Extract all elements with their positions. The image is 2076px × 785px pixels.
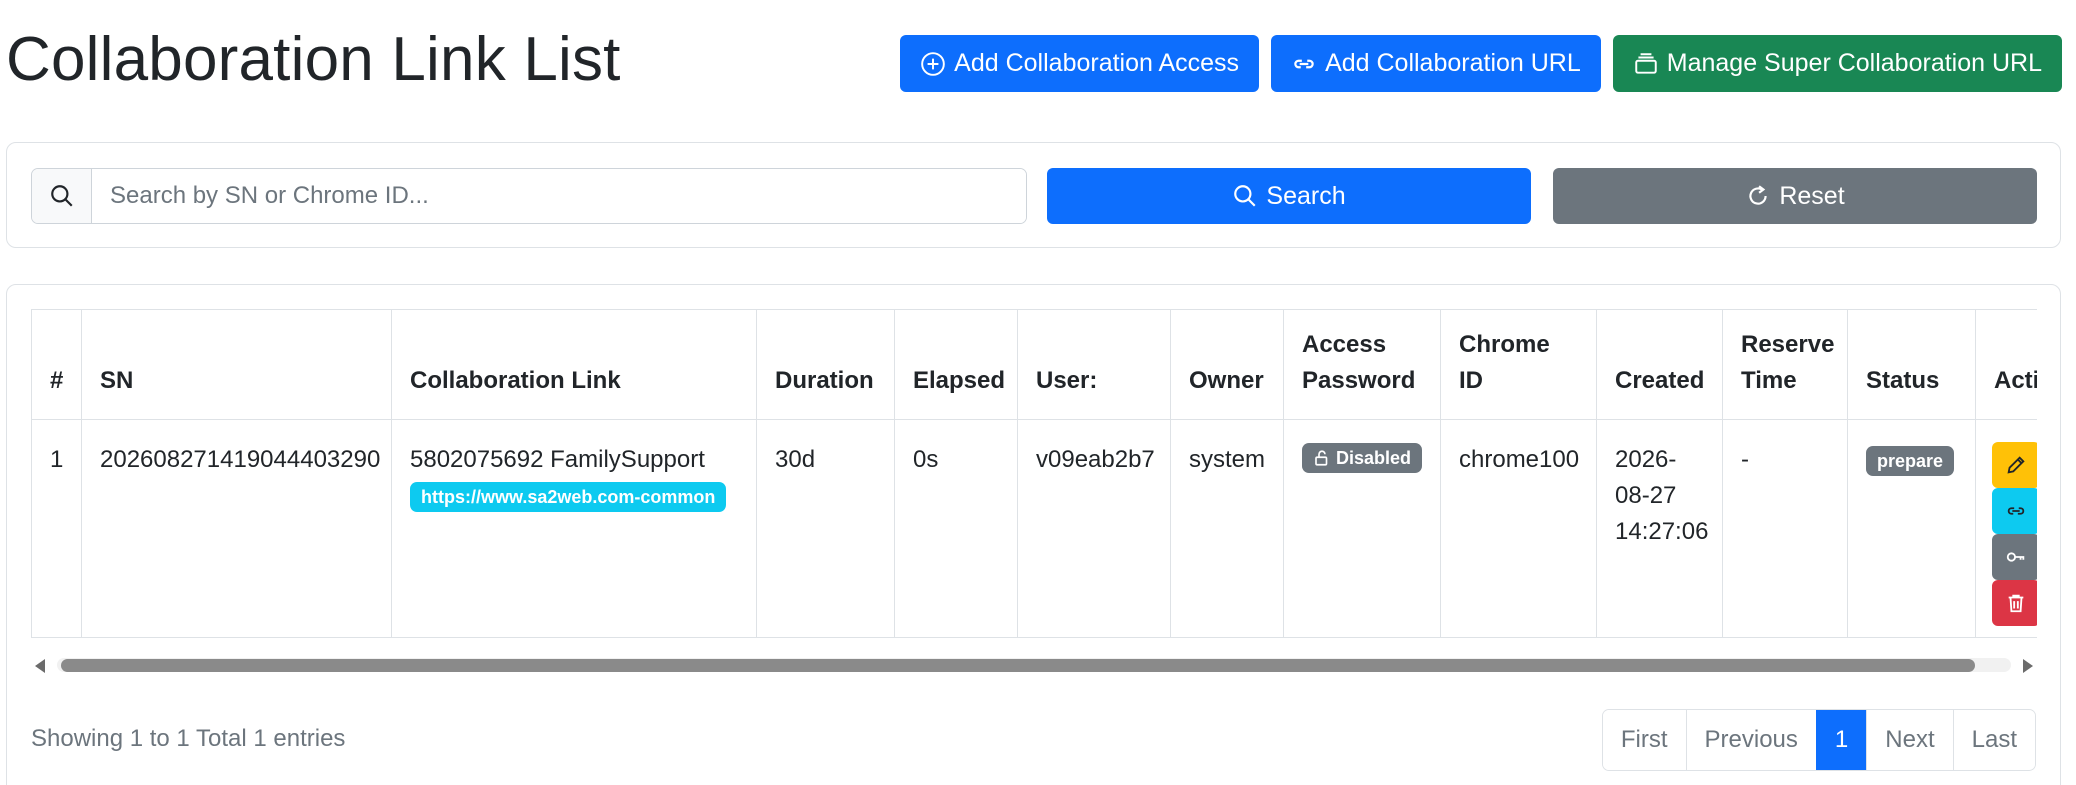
page-title: Collaboration Link List xyxy=(6,25,621,94)
search-addon xyxy=(32,169,92,223)
pencil-icon xyxy=(2007,456,2025,474)
pagination-next[interactable]: Next xyxy=(1866,710,1953,770)
column-header-duration: Duration xyxy=(756,309,895,420)
search-button[interactable]: Search xyxy=(1047,168,1531,224)
search-card: Search Reset xyxy=(6,142,2061,248)
column-header-collaboration-link: Collaboration Link xyxy=(391,309,757,420)
add-collaboration-access-label: Add Collaboration Access xyxy=(954,49,1240,77)
column-header-status: Status xyxy=(1847,309,1976,420)
key-icon xyxy=(2006,552,2025,562)
search-button-label: Search xyxy=(1266,181,1346,210)
cell-access-password: Disabled xyxy=(1283,419,1441,638)
column-header-sn: SN xyxy=(81,309,392,420)
pagination: First Previous 1 Next Last xyxy=(1601,709,2036,771)
table-row: 1 202608271419044403290 5802075692 Famil… xyxy=(31,419,2037,638)
reset-button[interactable]: Reset xyxy=(1553,168,2037,224)
table-scroll-container[interactable]: # SN Collaboration Link Duration Elapsed… xyxy=(31,309,2037,639)
pagination-first[interactable]: First xyxy=(1602,710,1686,770)
cell-collaboration-link: 5802075692 FamilySupport https://www.sa2… xyxy=(391,419,757,638)
column-header-user: User: xyxy=(1017,309,1171,420)
cell-sn: 202608271419044403290 xyxy=(81,419,392,638)
column-header-created: Created xyxy=(1596,309,1723,420)
delete-button[interactable] xyxy=(1992,580,2037,626)
cell-reserve-time: - xyxy=(1722,419,1848,638)
add-collaboration-url-button[interactable]: Add Collaboration URL xyxy=(1271,35,1601,92)
scroll-left-arrow-icon[interactable] xyxy=(35,659,45,673)
refresh-icon xyxy=(1749,185,1768,205)
scroll-right-arrow-icon[interactable] xyxy=(2023,659,2033,673)
search-icon xyxy=(1234,185,1256,207)
collection-icon xyxy=(1635,52,1657,74)
column-header-chrome-id: Chrome ID xyxy=(1440,309,1597,420)
cell-duration: 30d xyxy=(756,419,895,638)
column-header-index: # xyxy=(31,309,82,420)
horizontal-scrollbar[interactable] xyxy=(31,655,2037,675)
column-header-access-password: Access Password xyxy=(1283,309,1441,420)
manage-super-collaboration-url-label: Manage Super Collaboration URL xyxy=(1666,49,2042,77)
add-collaboration-access-button[interactable]: Add Collaboration Access xyxy=(900,35,1260,92)
column-header-reserve-time: Reserve Time xyxy=(1722,309,1848,420)
cell-actions xyxy=(1975,419,2037,638)
add-collaboration-url-label: Add Collaboration URL xyxy=(1325,49,1581,77)
pagination-previous[interactable]: Previous xyxy=(1685,710,1816,770)
manage-super-collaboration-url-button[interactable]: Manage Super Collaboration URL xyxy=(1612,35,2062,92)
copy-link-button[interactable] xyxy=(1992,488,2037,534)
column-header-elapsed: Elapsed xyxy=(894,309,1018,420)
table-card: # SN Collaboration Link Duration Elapsed… xyxy=(6,284,2061,785)
cell-status: prepare xyxy=(1847,419,1976,638)
pagination-current-page[interactable]: 1 xyxy=(1815,710,1867,770)
key-button[interactable] xyxy=(1992,534,2037,580)
reset-button-label: Reset xyxy=(1779,181,1845,210)
table-header-row: # SN Collaboration Link Duration Elapsed… xyxy=(31,309,2037,420)
cell-user: v09eab2b7 xyxy=(1017,419,1171,638)
cell-elapsed: 0s xyxy=(894,419,1018,638)
search-input-group xyxy=(31,168,1027,224)
link-icon xyxy=(1294,59,1314,68)
edit-button[interactable] xyxy=(1992,442,2037,488)
pagination-last[interactable]: Last xyxy=(1952,710,2035,770)
access-password-badge: Disabled xyxy=(1302,443,1423,473)
cell-index: 1 xyxy=(31,419,82,638)
status-badge: prepare xyxy=(1866,446,1955,476)
trash-icon xyxy=(2008,594,2024,613)
link-name: 5802075692 FamilySupport xyxy=(410,446,705,473)
header-actions: Add Collaboration Access Add Collaborati… xyxy=(900,35,2062,92)
column-header-actions: Actio xyxy=(1975,309,2037,420)
search-input[interactable] xyxy=(92,169,1026,223)
column-header-owner: Owner xyxy=(1170,309,1284,420)
link-icon xyxy=(2007,507,2025,515)
cell-owner: system xyxy=(1170,419,1284,638)
search-icon xyxy=(50,185,73,207)
cell-created: 2026-08-27 14:27:06 xyxy=(1596,419,1723,638)
row-action-buttons xyxy=(1992,442,2037,626)
scrollbar-thumb[interactable] xyxy=(61,659,1975,672)
link-url-badge[interactable]: https://www.sa2web.com-common xyxy=(410,482,727,512)
access-password-label: Disabled xyxy=(1336,448,1412,468)
entries-info: Showing 1 to 1 Total 1 entries xyxy=(31,725,346,752)
unlock-icon xyxy=(1315,450,1328,466)
plus-circle-icon xyxy=(921,51,945,76)
cell-chrome-id: chrome100 xyxy=(1440,419,1597,638)
collaboration-link-table: # SN Collaboration Link Duration Elapsed… xyxy=(31,309,2037,638)
